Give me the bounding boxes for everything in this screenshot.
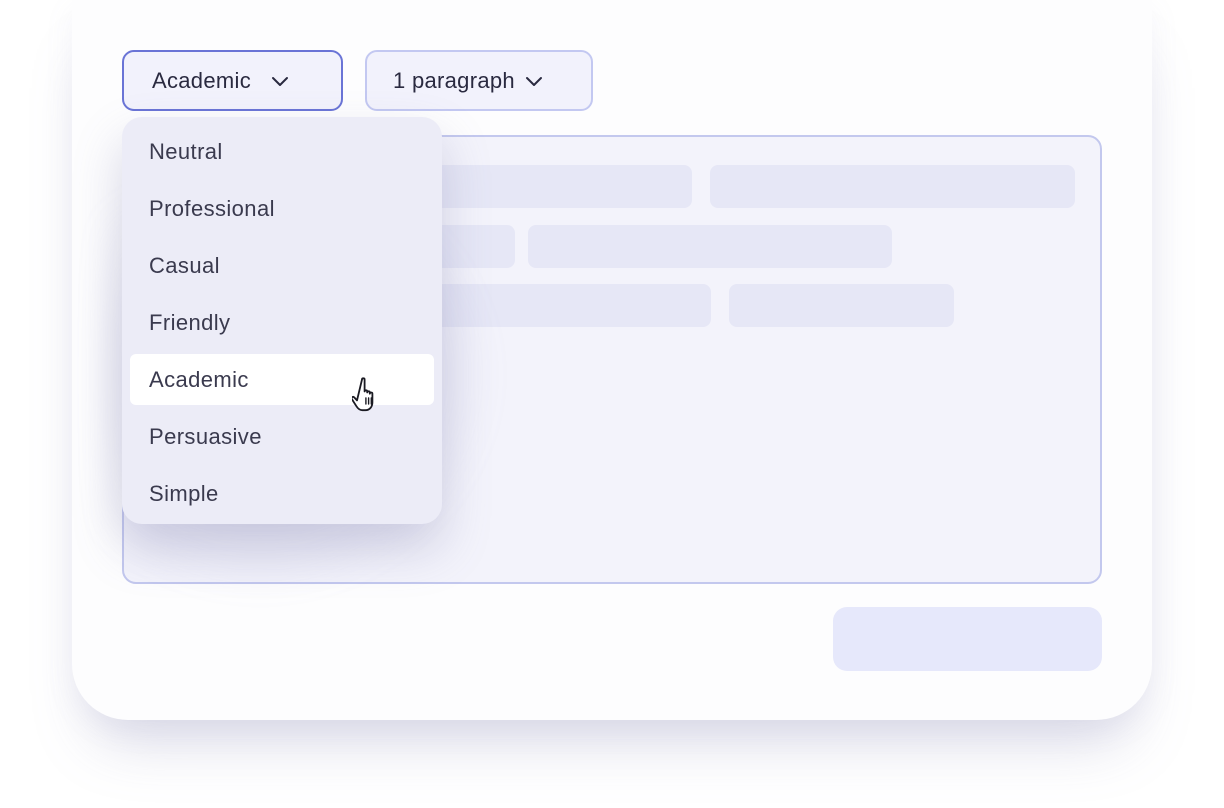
tone-select[interactable]: Academic [122, 50, 343, 111]
skeleton-line [528, 225, 892, 268]
menu-item-label: Academic [149, 366, 249, 392]
menu-item-label: Friendly [149, 309, 231, 335]
length-select[interactable]: 1 paragraph [365, 50, 593, 111]
skeleton-line [710, 165, 1075, 208]
menu-item-simple[interactable]: Simple [122, 465, 442, 522]
menu-item-professional[interactable]: Professional [122, 180, 442, 237]
app-stage: Academic 1 paragraph Neutral Professiona… [0, 0, 1224, 808]
menu-item-label: Simple [149, 480, 219, 506]
menu-item-label: Neutral [149, 138, 223, 164]
menu-item-academic[interactable]: Academic [130, 354, 434, 405]
skeleton-line [729, 284, 954, 327]
menu-item-label: Professional [149, 195, 275, 221]
tone-select-value: Academic [152, 67, 251, 93]
submit-button[interactable] [833, 607, 1102, 671]
tone-dropdown-menu: Neutral Professional Casual Friendly Aca… [122, 117, 442, 524]
length-select-value: 1 paragraph [393, 67, 515, 93]
menu-item-casual[interactable]: Casual [122, 237, 442, 294]
chevron-down-icon [269, 70, 291, 92]
menu-item-label: Persuasive [149, 423, 262, 449]
menu-item-persuasive[interactable]: Persuasive [122, 408, 442, 465]
hand-pointer-icon [350, 376, 384, 414]
menu-item-friendly[interactable]: Friendly [122, 294, 442, 351]
chevron-down-icon [523, 70, 545, 92]
menu-item-label: Casual [149, 252, 220, 278]
menu-item-neutral[interactable]: Neutral [122, 123, 442, 180]
